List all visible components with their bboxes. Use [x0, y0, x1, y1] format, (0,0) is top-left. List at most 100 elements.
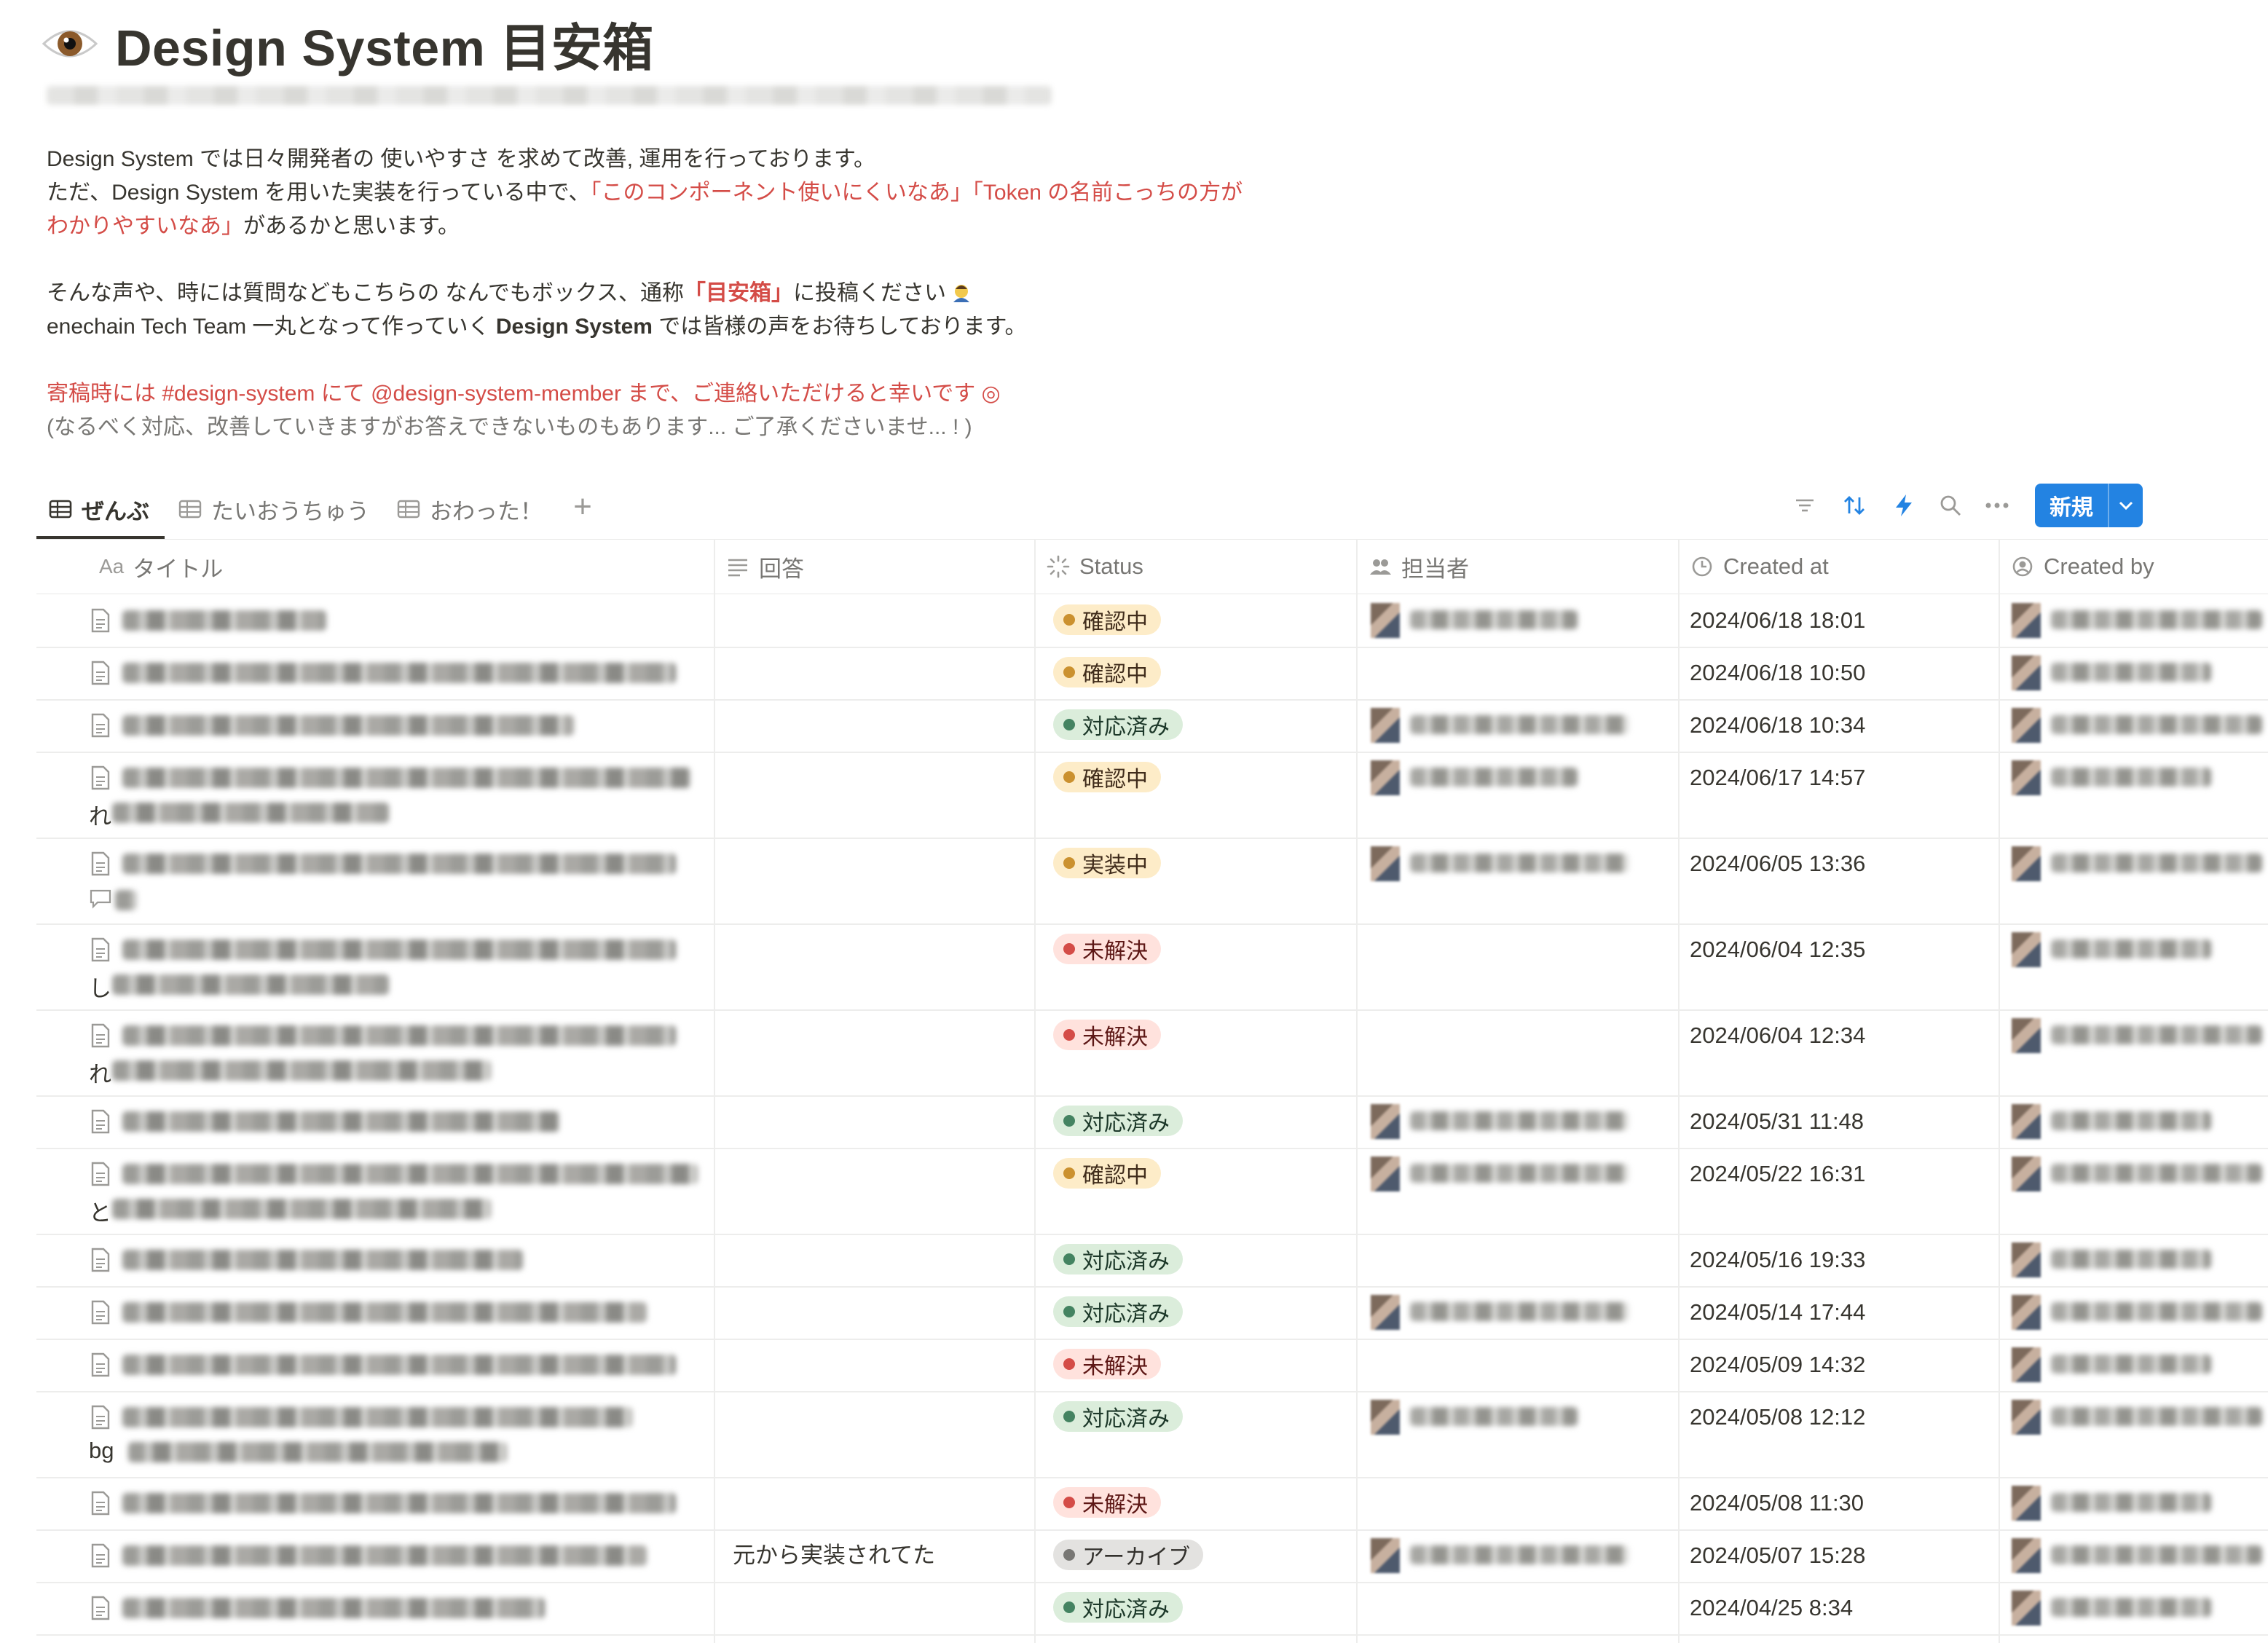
add-view-button[interactable]: +: [565, 491, 600, 526]
avatar: [2012, 932, 2041, 967]
avatar[interactable]: [1371, 1157, 1400, 1191]
status-badge[interactable]: 未解決: [1053, 1349, 1161, 1379]
avatar[interactable]: [1371, 760, 1400, 795]
status-badge[interactable]: 対応済み: [1053, 1401, 1183, 1432]
redacted-title[interactable]: [122, 715, 574, 736]
created-at-value: 2024/05/14 17:44: [1690, 1299, 1866, 1325]
redacted-assignee-name[interactable]: [1410, 768, 1578, 787]
avatar[interactable]: [1371, 1104, 1400, 1139]
redacted-assignee-name[interactable]: [1410, 1545, 1629, 1564]
status-label: 対応済み: [1082, 1598, 1170, 1622]
table-row[interactable]: 対応済み 2024/04/25 8:34: [36, 1582, 2268, 1636]
avatar[interactable]: [1371, 603, 1400, 638]
more-options-button[interactable]: [1981, 489, 2013, 521]
clock-icon: [1692, 556, 1712, 577]
redacted-assignee-name[interactable]: [1410, 1111, 1629, 1130]
table-row[interactable]: bg 対応済み 2024/05/08 12:12: [36, 1391, 2268, 1478]
redacted-assignee-name[interactable]: [1410, 715, 1629, 734]
status-badge[interactable]: 対応済み: [1053, 1296, 1183, 1327]
column-header-answer[interactable]: 回答: [714, 540, 1034, 594]
redacted-assignee-name[interactable]: [1410, 610, 1578, 629]
column-header-status[interactable]: Status: [1034, 540, 1355, 594]
status-badge[interactable]: 未解決: [1053, 1020, 1161, 1050]
redacted-title[interactable]: [122, 1250, 523, 1270]
avatar[interactable]: [1371, 846, 1400, 881]
column-divider: [1034, 539, 1036, 1643]
automation-button[interactable]: [1888, 489, 1920, 521]
table-row[interactable]: 元から実装されてた アーカイブ 2024/05/07 15:28: [36, 1529, 2268, 1583]
redacted-assignee-name[interactable]: [1410, 1407, 1578, 1426]
avatar[interactable]: [1371, 1295, 1400, 1330]
avatar[interactable]: [1371, 1538, 1400, 1573]
redacted-title[interactable]: [122, 854, 676, 874]
table-row[interactable]: れ 確認中 2024/06/17 14:57: [36, 752, 2268, 839]
column-header-title[interactable]: Aa タイトル: [87, 540, 750, 594]
avatar: [2012, 1018, 2041, 1053]
redacted-title[interactable]: [122, 768, 690, 788]
filter-button[interactable]: [1789, 489, 1821, 521]
redacted-title[interactable]: [122, 610, 326, 631]
column-header-created-by[interactable]: Created by: [1999, 540, 2268, 594]
table-row[interactable]: 確認中 2024/06/18 10:50: [36, 647, 2268, 701]
redacted-title[interactable]: [122, 1025, 676, 1046]
status-badge[interactable]: アーカイブ: [1053, 1540, 1204, 1570]
status-badge[interactable]: 対応済み: [1053, 1106, 1183, 1136]
redacted-title[interactable]: [122, 1493, 676, 1513]
avatar[interactable]: [1371, 1400, 1400, 1435]
redacted-title[interactable]: [122, 663, 676, 683]
status-badge[interactable]: 対応済み: [1053, 1592, 1183, 1623]
table-row[interactable]: 確認中 2024/06/18 18:01: [36, 594, 2268, 648]
status-badge[interactable]: 未解決: [1053, 1487, 1161, 1518]
description-line: 寄稿時には #design-system にて @design-system-m…: [47, 382, 1001, 406]
table-row[interactable]: 実装中 2024/06/05 13:36: [36, 838, 2268, 925]
redacted-title[interactable]: [122, 1111, 559, 1132]
status-badge[interactable]: 確認中: [1053, 604, 1161, 635]
table-row[interactable]: れ 未解決 2024/06/04 12:34: [36, 1009, 2268, 1097]
status-badge[interactable]: 確認中: [1053, 1158, 1161, 1189]
redacted-title[interactable]: [122, 1598, 545, 1618]
table-row[interactable]: 対応済み 2024/05/14 17:44: [36, 1286, 2268, 1340]
sort-button[interactable]: [1838, 489, 1870, 521]
redacted-title[interactable]: [122, 1545, 647, 1566]
tab-zenbu[interactable]: ぜんぶ: [48, 481, 149, 537]
table-row[interactable]: 未解決 2024/05/09 14:32: [36, 1339, 2268, 1392]
comment-icon[interactable]: [89, 889, 112, 909]
status-badge[interactable]: 対応済み: [1053, 709, 1183, 740]
column-header-created-at[interactable]: Created at: [1678, 540, 1999, 594]
table-row[interactable]: し 未解決 2024/06/04 12:35: [36, 923, 2268, 1011]
redacted-assignee-name[interactable]: [1410, 1164, 1629, 1183]
status-label: 対応済み: [1082, 1407, 1170, 1431]
status-badge[interactable]: 対応済み: [1053, 1244, 1183, 1274]
redacted-creator-name: [2051, 715, 2262, 734]
created-at-value: 2024/05/08 11:30: [1690, 1490, 1865, 1516]
status-badge[interactable]: 確認中: [1053, 762, 1161, 792]
table-row[interactable]: 未解決 2024/05/08 11:30: [36, 1477, 2268, 1531]
redacted-assignee-name[interactable]: [1410, 1302, 1629, 1321]
table-row[interactable]: と 確認中 2024/05/22 16:31: [36, 1148, 2268, 1235]
avatar[interactable]: [1371, 708, 1400, 743]
redacted-title[interactable]: [122, 1407, 632, 1427]
status-badge[interactable]: 確認中: [1053, 657, 1161, 687]
status-badge[interactable]: 未解決: [1053, 934, 1161, 964]
new-dropdown-button[interactable]: [2109, 500, 2143, 511]
redacted-assignee-name[interactable]: [1410, 854, 1629, 872]
status-badge[interactable]: 実装中: [1053, 848, 1161, 878]
redacted-title[interactable]: [122, 1164, 698, 1184]
redacted-title: [112, 974, 389, 995]
redacted-title[interactable]: [122, 1355, 676, 1375]
title-wrap-text: bg: [89, 1438, 114, 1463]
table-row[interactable]: 対応済み 2024/05/31 11:48: [36, 1095, 2268, 1149]
new-record-button[interactable]: 新規: [2035, 484, 2143, 527]
tab-taiouchuu[interactable]: たいおうちゅう: [178, 481, 369, 537]
page-link-redacted[interactable]: [47, 86, 1052, 105]
status-dot: [1063, 1411, 1075, 1422]
column-header-assignee[interactable]: 担当者: [1356, 540, 1677, 594]
tab-owatta[interactable]: おわった！: [396, 481, 543, 537]
table-row[interactable]: 対応済み 2024/06/18 10:34: [36, 699, 2268, 753]
redacted-creator-name: [2051, 1355, 2211, 1374]
search-button[interactable]: [1934, 489, 1966, 521]
table-row[interactable]: 対応済み 2024/05/16 19:33: [36, 1234, 2268, 1288]
redacted-title[interactable]: [122, 1302, 647, 1323]
redacted-title[interactable]: [122, 939, 676, 960]
page-document-icon: [91, 937, 110, 962]
